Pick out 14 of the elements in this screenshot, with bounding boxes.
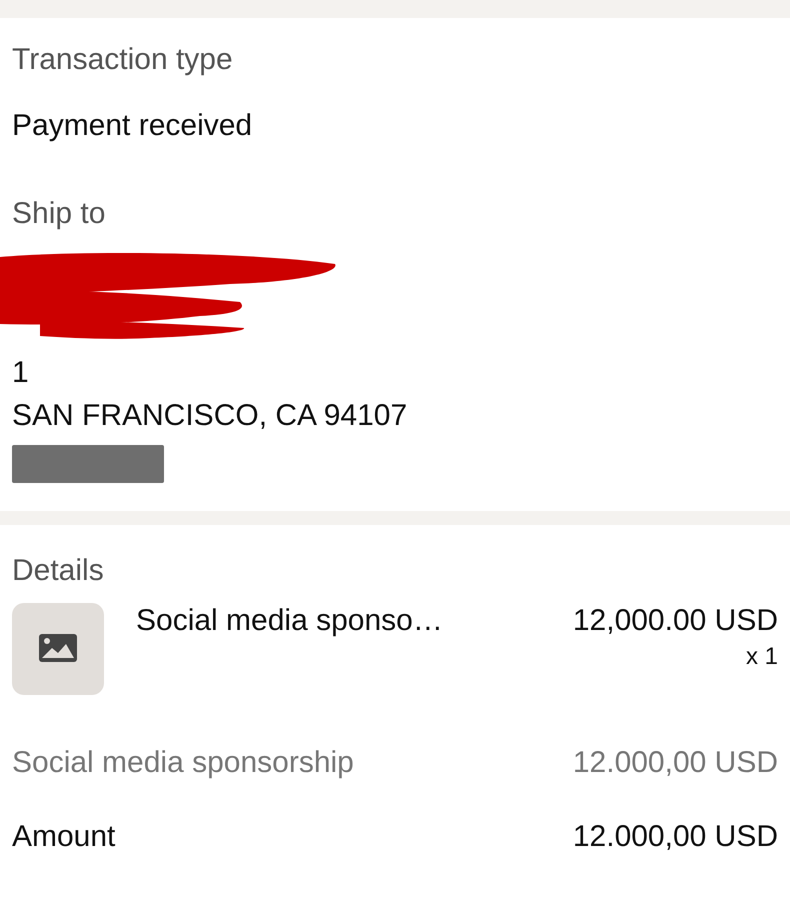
item-name: Social media sponso… <box>136 603 444 639</box>
field-label: Ship to <box>12 196 106 232</box>
item-price: 12,000.00 USD <box>572 603 778 639</box>
field-value: Payment received <box>12 108 254 144</box>
section-title: Details <box>12 553 105 589</box>
summary-value: 12.000,00 USD <box>572 745 778 781</box>
image-icon <box>39 634 77 664</box>
item-quantity: x 1 <box>744 642 778 672</box>
address-line: SAN FRANCISCO, CA 94107 <box>12 398 408 434</box>
summary-label: Social media sponsorship <box>12 745 354 781</box>
address-line: 1 <box>12 355 30 391</box>
summary-label: Amount <box>12 819 116 855</box>
summary-value: 12.000,00 USD <box>572 819 778 855</box>
field-label: Transaction type <box>12 42 234 78</box>
